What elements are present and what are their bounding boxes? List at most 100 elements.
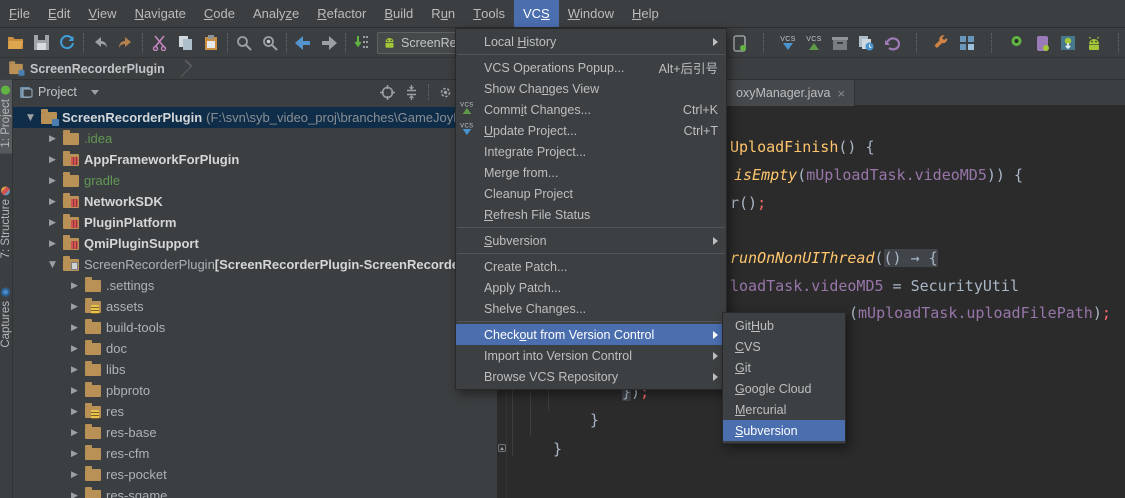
expand-arrow-icon[interactable]: ▶ (71, 344, 85, 354)
project-view-selector[interactable]: Project (38, 85, 77, 99)
menu-help[interactable]: Help (623, 0, 668, 27)
menu-item-apply-patch[interactable]: Apply Patch... (456, 277, 726, 298)
nav-forward-icon[interactable] (320, 34, 338, 52)
tree-row-appframeworkforplugin[interactable]: ▶ AppFrameworkForPlugin (13, 149, 497, 170)
menu-item-commit-changes[interactable]: VCS Commit Changes... Ctrl+K (456, 99, 726, 120)
sdk-manager-icon[interactable] (1059, 34, 1077, 52)
collapse-all-icon[interactable] (404, 84, 419, 100)
tree-row-res-pocket[interactable]: ▶ res-pocket (13, 464, 497, 485)
tree-row-pbproto[interactable]: ▶ pbproto (13, 380, 497, 401)
tree-row-res-sgame[interactable]: ▶ res-sgame (13, 485, 497, 498)
menu-navigate[interactable]: Navigate (126, 0, 195, 27)
menu-item-merge-from[interactable]: Merge from... (456, 162, 726, 183)
paste-icon[interactable] (202, 34, 220, 52)
tree-row-gradle[interactable]: ▶ gradle (13, 170, 497, 191)
menu-edit[interactable]: Edit (39, 0, 79, 27)
tree-row-assets[interactable]: ▶ assets (13, 296, 497, 317)
menu-item-vcs-operations-popup[interactable]: VCS Operations Popup... Alt+后引号 (456, 57, 726, 78)
close-icon[interactable]: × (838, 86, 846, 101)
expand-arrow-icon[interactable]: ▶ (49, 218, 63, 228)
tree-row-screenrecorderplugin-module[interactable]: ▼ ScreenRecorderPlugin [ScreenRecorderPl… (13, 254, 497, 275)
android-icon[interactable] (1085, 34, 1103, 52)
menu-item-subversion[interactable]: Subversion (456, 230, 726, 251)
menu-analyze[interactable]: Analy z e (244, 0, 308, 27)
compare-sync-icon[interactable] (353, 34, 371, 52)
tree-row-build-tools[interactable]: ▶ build-tools (13, 317, 497, 338)
project-structure-icon[interactable] (958, 34, 976, 52)
nav-back-icon[interactable] (294, 34, 312, 52)
tree-row-idea[interactable]: ▶ .idea (13, 128, 497, 149)
undo-arrow-icon[interactable] (91, 34, 109, 52)
gear-icon[interactable] (438, 85, 453, 100)
menu-item-create-patch[interactable]: Create Patch... (456, 256, 726, 277)
vcs-commit-icon[interactable]: VCS (805, 34, 823, 52)
attach-debugger-icon[interactable] (730, 34, 748, 52)
expand-arrow-icon[interactable]: ▶ (71, 365, 85, 375)
find-icon[interactable] (235, 34, 253, 52)
save-icon[interactable] (32, 34, 50, 52)
submenu-item-mercurial[interactable]: Mercurial (723, 399, 845, 420)
tree-row-res[interactable]: ▶ res (13, 401, 497, 422)
vcs-update-icon[interactable]: VCS (779, 34, 797, 52)
menu-build[interactable]: Build (375, 0, 422, 27)
submenu-item-subversion[interactable]: Subversion (723, 420, 845, 441)
menu-item-cleanup-project[interactable]: Cleanup Project (456, 183, 726, 204)
expand-arrow-icon[interactable]: ▶ (49, 239, 63, 249)
settings-wrench-icon[interactable] (932, 34, 950, 52)
expand-arrow-icon[interactable]: ▶ (71, 407, 85, 417)
copy-icon[interactable] (176, 34, 194, 52)
collapse-arrow-icon[interactable]: ▼ (49, 260, 63, 270)
menu-code[interactable]: Code (195, 0, 244, 27)
menu-tools[interactable]: Tools (464, 0, 514, 27)
menu-item-show-changes-view[interactable]: Show Changes View (456, 78, 726, 99)
menu-item-local-history[interactable]: Local History (456, 31, 726, 52)
fold-marker-icon[interactable] (498, 444, 506, 452)
open-folder-icon[interactable] (6, 34, 24, 52)
menu-window[interactable]: Window (559, 0, 623, 27)
menu-item-shelve-changes[interactable]: Shelve Changes... (456, 298, 726, 319)
menu-vcs[interactable]: VC S (513, 0, 559, 27)
submenu-item-github[interactable]: GitHub (723, 315, 845, 336)
expand-arrow-icon[interactable]: ▶ (71, 449, 85, 459)
tree-row-doc[interactable]: ▶ doc (13, 338, 497, 359)
menu-item-refresh-file-status[interactable]: Refresh File Status (456, 204, 726, 225)
stripe-tab-captures[interactable]: Captures (0, 282, 12, 354)
tree-row-networksdk[interactable]: ▶ NetworkSDK (13, 191, 497, 212)
tree-row-res-cfm[interactable]: ▶ res-cfm (13, 443, 497, 464)
menu-view[interactable]: View (79, 0, 125, 27)
cut-icon[interactable] (150, 34, 168, 52)
menu-refactor[interactable]: Refactor (308, 0, 375, 27)
expand-arrow-icon[interactable]: ▶ (71, 323, 85, 333)
menu-item-update-project[interactable]: VCS Update Project... Ctrl+T (456, 120, 726, 141)
expand-arrow-icon[interactable]: ▶ (71, 281, 85, 291)
tree-row-qmipluginsupport[interactable]: ▶ QmiPluginSupport (13, 233, 497, 254)
expand-arrow-icon[interactable]: ▶ (49, 155, 63, 165)
sync-icon[interactable] (58, 34, 76, 52)
expand-arrow-icon[interactable]: ▶ (49, 134, 63, 144)
tree-row-project-root[interactable]: ▼ ScreenRecorderPlugin (F:\svn\syb_video… (13, 107, 497, 128)
expand-arrow-icon[interactable]: ▶ (71, 470, 85, 480)
menu-item-import-into-version-control[interactable]: Import into Version Control (456, 345, 726, 366)
menu-item-checkout-from-version-control[interactable]: Checkout from Version Control (456, 324, 726, 345)
locate-file-icon[interactable] (380, 84, 395, 100)
archive-icon[interactable] (831, 34, 849, 52)
replace-icon[interactable] (261, 34, 279, 52)
menu-run[interactable]: Run (422, 0, 464, 27)
editor-tab[interactable]: oxyManager.java × (727, 80, 856, 106)
submenu-item-git[interactable]: Git (723, 357, 845, 378)
expand-arrow-icon[interactable]: ▶ (71, 302, 85, 312)
menu-file[interactable]: File (0, 0, 39, 27)
tree-row-pluginplatform[interactable]: ▶ PluginPlatform (13, 212, 497, 233)
expand-arrow-icon[interactable]: ▶ (49, 176, 63, 186)
tree-row-res-base[interactable]: ▶ res-base (13, 422, 497, 443)
show-history-icon[interactable] (857, 34, 875, 52)
expand-arrow-icon[interactable]: ▶ (71, 491, 85, 498)
rollback-icon[interactable] (883, 34, 901, 52)
tree-row-settings[interactable]: ▶ .settings (13, 275, 497, 296)
collapse-arrow-icon[interactable]: ▼ (27, 113, 41, 123)
redo-arrow-icon[interactable] (117, 34, 135, 52)
avd-manager-icon[interactable] (1007, 34, 1025, 52)
chevron-down-icon[interactable] (90, 89, 99, 95)
breadcrumb[interactable]: ScreenRecorderPlugin (8, 59, 193, 78)
menu-item-integrate-project[interactable]: Integrate Project... (456, 141, 726, 162)
